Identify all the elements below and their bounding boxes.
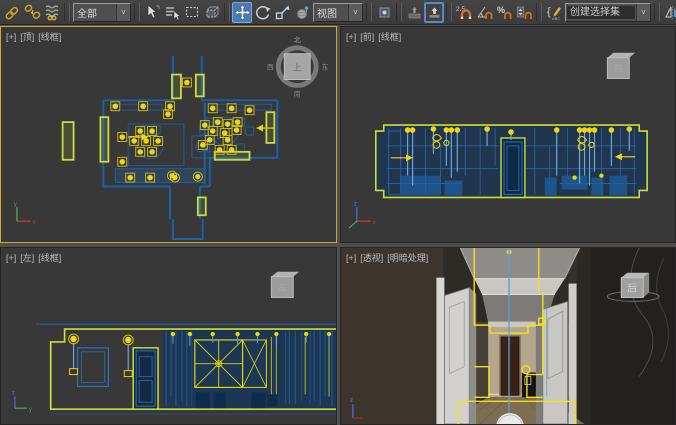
viewport-top[interactable]: [+] [顶] [线框] [0, 26, 337, 243]
use-pivot-point-center-icon[interactable] [374, 2, 394, 23]
spinner-snap-toggle-icon[interactable] [514, 2, 534, 23]
axis-z-label: z [350, 398, 353, 404]
right-wall-corner [577, 248, 592, 424]
named-selection-sets-dropdown[interactable]: 创建选择集 ˅ [565, 3, 651, 22]
edit-named-selection-sets-icon[interactable]: { ABC [544, 2, 564, 23]
svg-text:{: { [547, 6, 551, 18]
reference-coordinate-system-dropdown[interactable]: 视图 ˅ [313, 3, 363, 22]
viewport-view-button[interactable]: [前] [360, 32, 374, 42]
percent-label: % [497, 5, 505, 15]
reference-coordinate-system-value: 视图 [314, 5, 348, 20]
select-and-move-icon[interactable] [232, 2, 252, 23]
wall-details [78, 348, 109, 387]
toolbar-separator [446, 3, 452, 21]
select-and-rotate-icon[interactable] [252, 2, 272, 23]
viewport-perspective-label: [+] [透视] [明暗处理] [346, 251, 432, 264]
bind-to-space-warp-icon[interactable] [42, 2, 62, 23]
angle-snap-toggle-icon[interactable] [474, 2, 494, 23]
unlink-selection-icon[interactable] [22, 2, 42, 23]
viewport-view-button[interactable]: [透视] [360, 253, 383, 263]
axis-y-label: y [14, 201, 17, 207]
viewport-menu-button[interactable]: [+] [6, 32, 16, 42]
snaps-toggle-icon[interactable]: 2.5 [454, 2, 474, 23]
floorplan-furniture [112, 104, 271, 182]
left-view-wireframe: z y 左 [1, 248, 336, 424]
perspective-shaded-view: z 后 [341, 248, 675, 424]
compass-west: 西 [267, 64, 274, 72]
main-toolbar: 全部 ˅ [0, 0, 676, 25]
named-selection-sets-value: 创建选择集 [567, 6, 635, 19]
axis-y-label: y [29, 407, 32, 413]
selected-objects [63, 75, 275, 216]
selection-filter-value: 全部 [74, 5, 116, 20]
door [133, 348, 158, 409]
viewport-shading-button[interactable]: [明暗处理] [387, 253, 428, 263]
viewcube-left-face: 左 [278, 282, 287, 293]
top-view-wireframe: y x 上 北 南 西 东 [1, 27, 336, 242]
viewport-front[interactable]: [+] [前] [线框] [340, 26, 676, 243]
select-and-link-icon[interactable] [2, 2, 22, 23]
viewcube-front-face: 前 [614, 63, 623, 74]
axis-z-label: z [12, 390, 15, 396]
viewport-left-label: [+] [左] [线框] [6, 251, 65, 264]
axis-x-label: x [33, 220, 36, 226]
rectangular-selection-region-icon[interactable] [182, 2, 202, 23]
chevron-down-icon[interactable]: ˅ [636, 4, 650, 21]
selection-filter-dropdown[interactable]: 全部 ˅ [73, 3, 131, 22]
viewport-shading-button[interactable]: [线框] [38, 32, 61, 42]
light-glyphs [111, 78, 254, 182]
select-and-scale-icon[interactable] [272, 2, 292, 23]
chevron-down-icon[interactable]: ˅ [348, 4, 362, 21]
viewport-shading-button[interactable]: [线框] [38, 253, 61, 263]
axis-tripod: z y [12, 390, 32, 413]
viewport-front-label: [+] [前] [线框] [346, 30, 405, 43]
viewcube-back-face: 后 [627, 283, 637, 295]
viewport-left[interactable]: [+] [左] [线框] [0, 247, 337, 425]
3dsmax-window: 全部 ˅ [0, 0, 676, 425]
toolbar-separator [536, 3, 542, 21]
viewport-view-button[interactable]: [顶] [20, 32, 34, 42]
elevation-door [501, 138, 525, 197]
axis-tripod: z x [349, 201, 376, 228]
toolbar-separator [224, 3, 230, 21]
axis-z-label: z [354, 201, 357, 207]
axis-tripod: y x [14, 201, 36, 226]
viewport-menu-button[interactable]: [+] [6, 253, 16, 263]
compass-south: 南 [294, 89, 301, 98]
abc-label: ABC [552, 16, 560, 21]
hanging-lamps [69, 334, 134, 377]
toolbar-separator [366, 3, 372, 21]
viewport-view-button[interactable]: [左] [20, 253, 34, 263]
compass-north: 北 [294, 36, 301, 44]
mirror-icon[interactable] [662, 2, 676, 23]
select-object-icon[interactable] [142, 2, 162, 23]
viewcube[interactable]: 上 北 南 西 东 [267, 36, 329, 98]
select-by-name-icon[interactable] [162, 2, 182, 23]
left-door [436, 278, 476, 424]
toolbar-separator [396, 3, 402, 21]
window-crossing-icon[interactable] [202, 2, 222, 23]
viewcube-top-face: 上 [293, 63, 302, 73]
toolbar-separator [134, 3, 140, 21]
compass-east: 东 [322, 63, 329, 72]
toolbar-separator [654, 3, 660, 21]
percent-snap-toggle-icon[interactable]: % [494, 2, 514, 23]
front-view-wireframe: z x 前 [341, 27, 675, 242]
viewcube[interactable]: 前 [607, 53, 635, 79]
viewport-menu-button[interactable]: [+] [346, 32, 356, 42]
keyboard-shortcut-override-icon[interactable] [424, 2, 444, 23]
left-wall [341, 248, 443, 424]
select-and-manipulate-icon[interactable] [404, 2, 424, 23]
axis-x-label: x [373, 220, 376, 226]
viewport-top-label: [+] [顶] [线框] [6, 30, 65, 43]
viewcube[interactable]: 左 [271, 272, 299, 298]
select-and-place-icon[interactable] [292, 2, 312, 23]
viewport-shading-button[interactable]: [线框] [378, 32, 401, 42]
chevron-down-icon[interactable]: ˅ [116, 4, 130, 21]
viewport-menu-button[interactable]: [+] [346, 253, 356, 263]
floorplan-walls [103, 56, 277, 239]
viewport-perspective[interactable]: z 后 [+] [透视] [明暗处理] [340, 247, 676, 425]
toolbar-separator [64, 3, 70, 21]
